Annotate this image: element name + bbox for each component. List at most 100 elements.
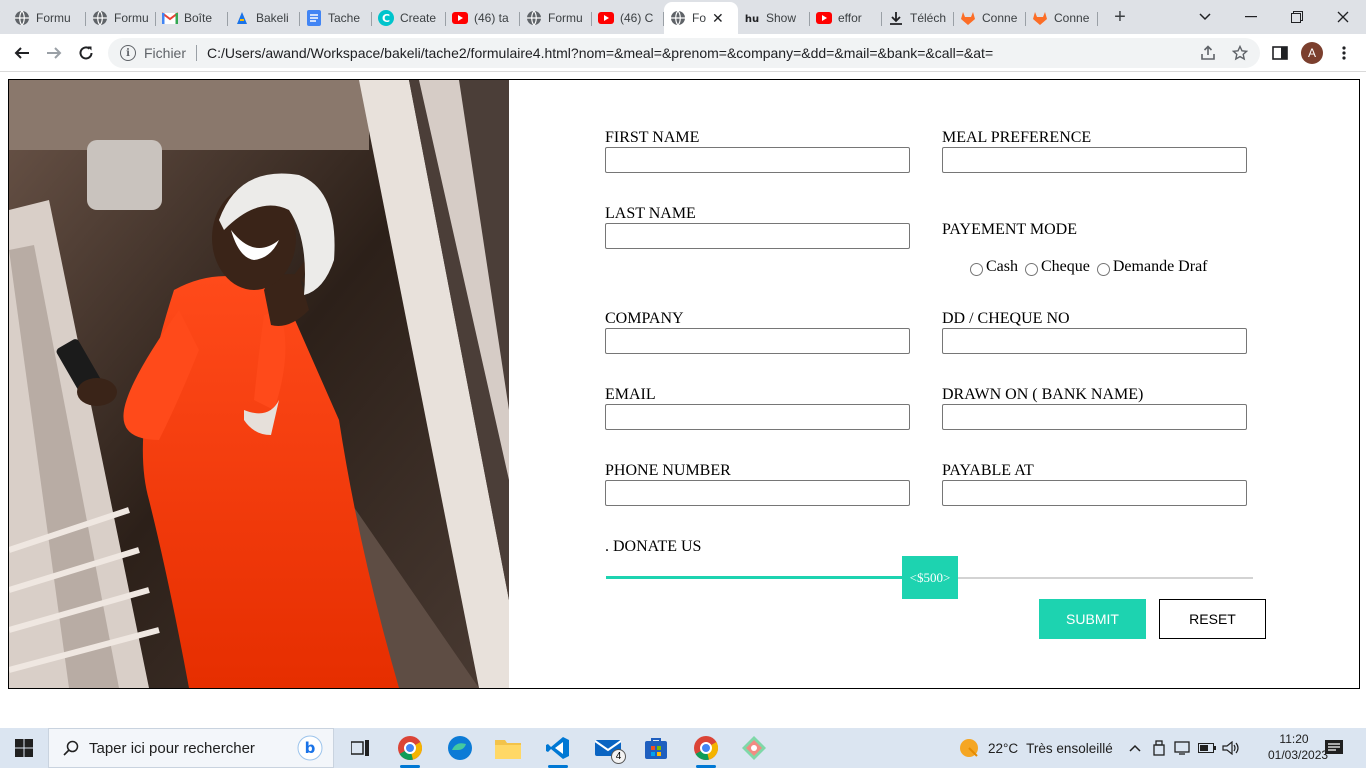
company-input[interactable] <box>605 328 910 354</box>
battery-icon[interactable] <box>1196 728 1218 768</box>
browser-tab-label: Formu <box>548 11 583 25</box>
bing-icon[interactable]: b <box>297 735 323 761</box>
donate-slider-thumb[interactable]: <$500> <box>902 556 958 599</box>
chevron-up-icon[interactable] <box>1126 728 1144 768</box>
payable-at-input[interactable] <box>942 480 1247 506</box>
donate-slider-fill <box>606 576 906 579</box>
bank-name-label: DRAWN ON ( BANK NAME) <box>942 386 1144 403</box>
task-view-icon[interactable] <box>340 732 380 764</box>
browser-tab[interactable]: Bakeli <box>228 4 300 32</box>
forward-icon[interactable] <box>40 39 68 67</box>
globe-icon <box>670 10 686 26</box>
browser-tab[interactable]: Boîte <box>156 4 228 32</box>
browser-tab[interactable]: Tache <box>300 4 372 32</box>
browser-tab[interactable]: Conne <box>954 4 1026 32</box>
payment-mode-radio-group: Cash Cheque Demande Draf <box>963 256 1208 278</box>
vscode-taskbar-icon[interactable] <box>538 732 578 768</box>
address-url[interactable]: C:/Users/awand/Workspace/bakeli/tache2/f… <box>207 45 993 61</box>
cheque-number-input[interactable] <box>942 328 1247 354</box>
cash-radio[interactable] <box>970 262 983 276</box>
notifications-icon[interactable] <box>1322 728 1346 768</box>
company-label: COMPANY <box>605 310 684 327</box>
browser-tab-label: Conne <box>982 11 1018 25</box>
avatar[interactable]: A <box>1301 42 1323 64</box>
bookmark-star-icon[interactable] <box>1226 38 1254 68</box>
bank-name-input[interactable] <box>942 404 1247 430</box>
mail-taskbar-icon[interactable]: 4 <box>588 732 628 764</box>
cash-radio-label: Cash <box>986 258 1018 275</box>
browser-tab-label: Conne <box>1054 11 1090 25</box>
address-bar[interactable]: i Fichier C:/Users/awand/Workspace/bakel… <box>108 38 1260 68</box>
svg-text:b: b <box>305 739 316 757</box>
reset-button[interactable]: RESET <box>1159 599 1266 639</box>
payable-at-label: PAYABLE AT <box>942 462 1034 479</box>
weather-widget[interactable]: 22°C Très ensoleillé <box>958 728 1113 768</box>
browser-tab[interactable]: (46) ta <box>446 4 520 32</box>
taskbar-clock[interactable]: 11:20 01/03/2023 <box>1268 731 1328 763</box>
browser-tab[interactable]: Formu <box>86 4 156 32</box>
cheque-radio[interactable] <box>1025 262 1038 276</box>
browser-tab[interactable]: Formu <box>520 4 592 32</box>
donate-label: . DONATE US <box>605 538 702 555</box>
browser-tab[interactable]: C Create <box>372 4 446 32</box>
usb-device-icon[interactable] <box>1150 728 1168 768</box>
submit-button[interactable]: SUBMIT <box>1039 599 1146 639</box>
side-panel-icon[interactable] <box>1266 39 1294 67</box>
meal-preference-input[interactable] <box>942 147 1247 173</box>
address-scheme: Fichier <box>144 45 187 61</box>
browser-tab[interactable]: Formu <box>8 4 86 32</box>
reload-icon[interactable] <box>72 39 100 67</box>
browser-tab[interactable]: hu Show <box>738 4 810 32</box>
windows-start-icon[interactable] <box>0 728 48 768</box>
back-icon[interactable] <box>8 39 36 67</box>
youtube-icon <box>452 10 468 26</box>
network-icon[interactable] <box>1172 728 1192 768</box>
close-window-icon[interactable] <box>1320 0 1366 34</box>
browser-tab-label: Formu <box>36 11 71 25</box>
svg-text:hu: hu <box>745 14 759 25</box>
info-icon[interactable]: i <box>120 45 136 61</box>
browser-tab[interactable]: Conne <box>1026 4 1098 32</box>
draft-radio-label: Demande Draf <box>1112 258 1208 275</box>
taskbar-search-box[interactable]: Taper ici pour rechercher b <box>48 728 334 768</box>
tab-search-icon[interactable] <box>1182 0 1228 34</box>
share-icon[interactable] <box>1194 38 1222 68</box>
phone-number-input[interactable] <box>605 480 910 506</box>
email-label: EMAIL <box>605 386 656 403</box>
close-tab-icon[interactable]: ✕ <box>712 10 724 27</box>
chrome-taskbar-icon[interactable] <box>390 732 430 768</box>
email-input[interactable] <box>605 404 910 430</box>
edge-taskbar-icon[interactable] <box>440 732 480 764</box>
volume-icon[interactable] <box>1220 728 1242 768</box>
canva-icon: C <box>378 10 394 26</box>
youtube-icon <box>598 10 614 26</box>
browser-tab-label: Fo <box>692 11 707 25</box>
menu-kebab-icon[interactable] <box>1330 39 1358 67</box>
first-name-input[interactable] <box>605 147 910 173</box>
browser-tab-label: Show <box>766 11 797 25</box>
meal-preference-label: MEAL PREFERENCE <box>942 129 1092 146</box>
browser-tab-label: Téléch <box>910 11 947 25</box>
paint-taskbar-icon[interactable] <box>734 732 774 764</box>
browser-tab-label: effor <box>838 11 862 25</box>
hu-icon: hu <box>744 10 760 26</box>
search-placeholder: Taper ici pour rechercher <box>89 739 255 757</box>
store-taskbar-icon[interactable] <box>636 732 676 764</box>
browser-tab[interactable]: effor <box>810 4 882 32</box>
browser-tab[interactable]: Téléch <box>882 4 954 32</box>
cheque-number-label: DD / CHEQUE NO <box>942 310 1070 327</box>
browser-tab-active[interactable]: Fo ✕ <box>664 2 738 34</box>
browser-tab-label: Bakeli <box>256 11 289 25</box>
restore-icon[interactable] <box>1274 0 1320 34</box>
svg-text:C: C <box>382 12 390 25</box>
docs-icon <box>306 10 322 26</box>
browser-tab[interactable]: (46) C <box>592 4 664 32</box>
minimize-icon[interactable] <box>1228 0 1274 34</box>
download-icon <box>888 10 904 26</box>
draft-radio[interactable] <box>1096 262 1110 276</box>
last-name-input[interactable] <box>605 223 910 249</box>
new-tab-icon[interactable]: + <box>1108 5 1132 29</box>
globe-icon <box>92 10 108 26</box>
file-explorer-icon[interactable] <box>488 732 528 764</box>
chrome-profile-taskbar-icon[interactable] <box>686 732 726 768</box>
